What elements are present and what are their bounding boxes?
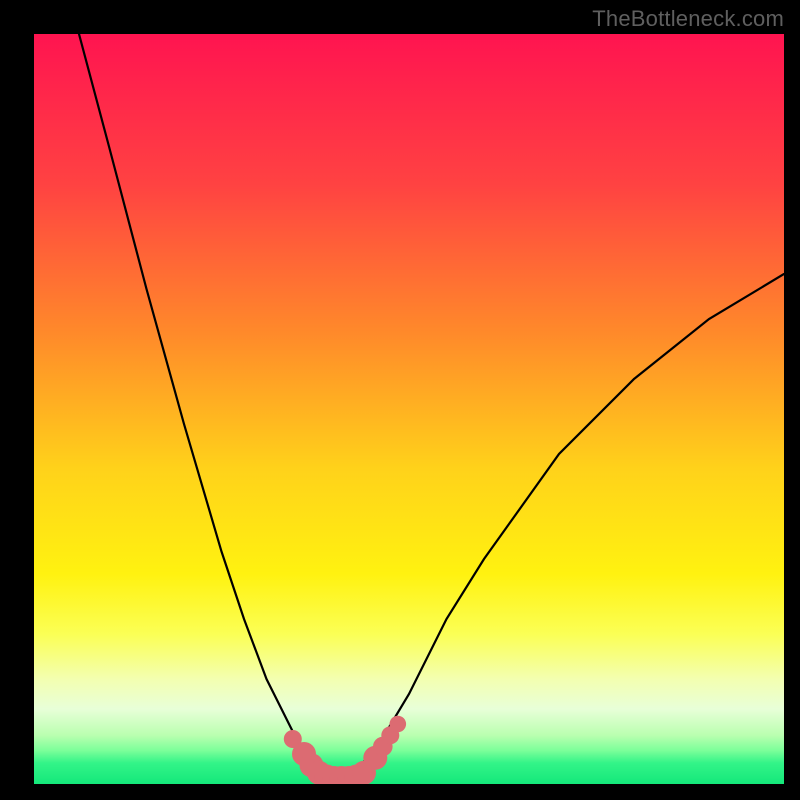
watermark-text: TheBottleneck.com (592, 6, 784, 32)
plot-area (34, 34, 784, 784)
marker-dot (390, 716, 407, 733)
chart-frame: TheBottleneck.com (0, 0, 800, 800)
bottleneck-curve (34, 34, 784, 784)
